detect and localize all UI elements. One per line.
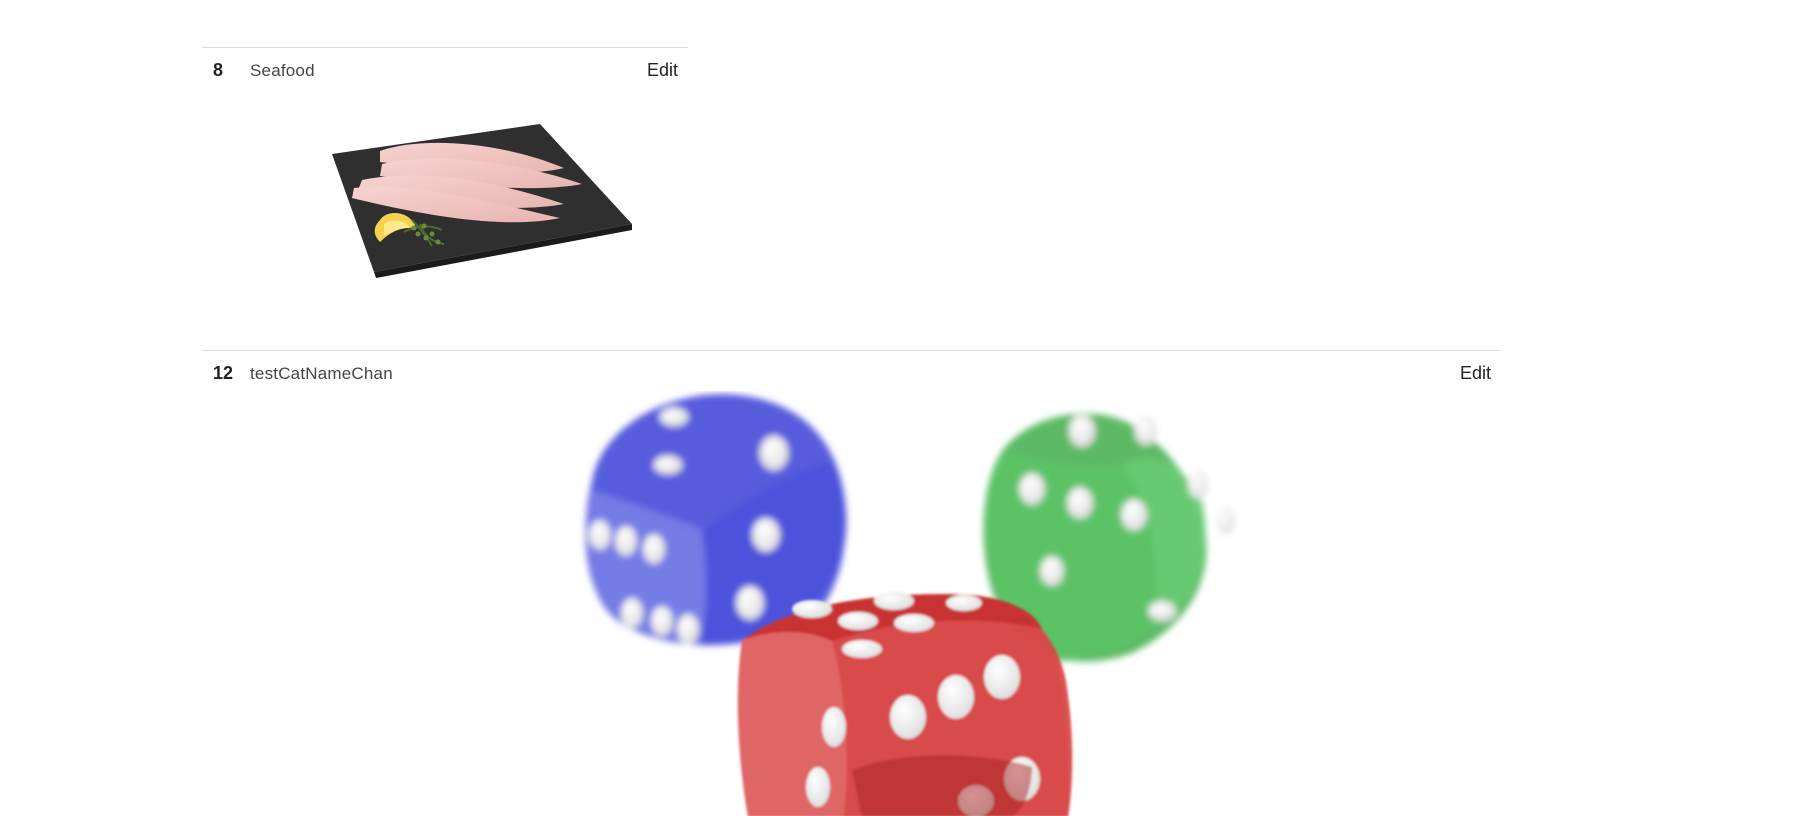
- category-image-seafood: [332, 124, 632, 278]
- edit-link[interactable]: Edit: [1460, 363, 1491, 384]
- category-id: 12: [213, 363, 234, 383]
- category-row-header: 8 Seafood Edit: [202, 48, 688, 94]
- red-die: [737, 592, 1073, 816]
- category-row: 8 Seafood Edit: [202, 47, 688, 347]
- category-row: 12 testCatNameChan Edit: [202, 350, 1501, 816]
- category-id: 8: [213, 60, 224, 80]
- category-name: Seafood: [250, 61, 315, 80]
- edit-link[interactable]: Edit: [647, 60, 678, 81]
- category-name: testCatNameChan: [250, 364, 393, 383]
- category-image-dice: [585, 394, 1235, 816]
- category-list: 8 Seafood Edit 12 testCatNameChan Edit: [0, 0, 1798, 816]
